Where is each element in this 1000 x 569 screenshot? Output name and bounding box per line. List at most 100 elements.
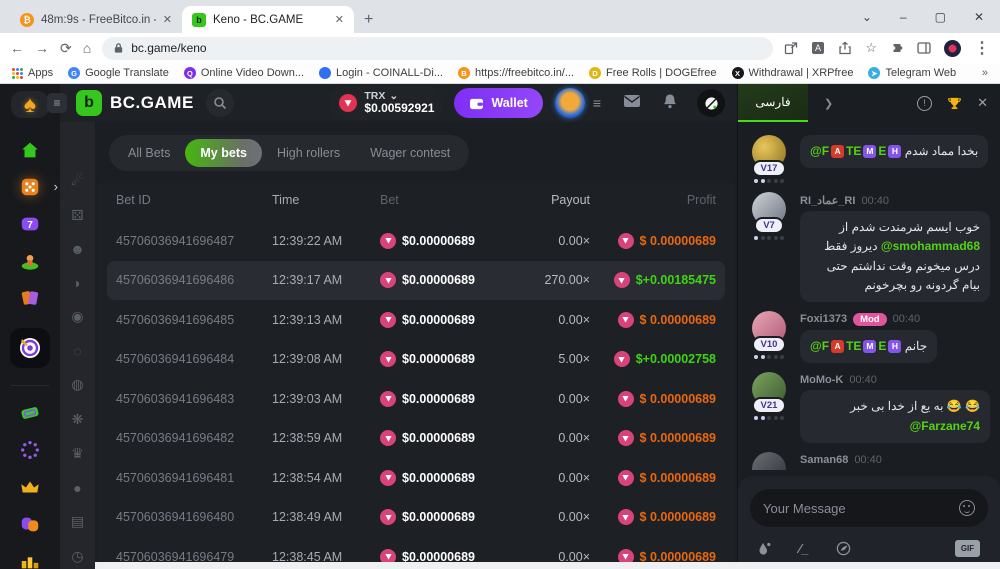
mention-text[interactable]: TE (846, 337, 861, 356)
chat-language-tab[interactable]: فارسی (738, 84, 808, 122)
bcgame-logo[interactable]: b BC.GAME (76, 90, 194, 116)
tab-close-icon[interactable]: ✕ (335, 13, 344, 26)
letter-block[interactable]: H (888, 145, 901, 158)
letter-block[interactable]: H (888, 340, 901, 353)
chat-message[interactable]: V7RI_عماد_RI00:40 خوب ایسم شرمندت شدم از… (746, 192, 990, 302)
message-input[interactable]: Your Message (750, 489, 988, 527)
chat-message[interactable]: V5Saman6800:40 من تصمیم برم براچی خودت ب… (746, 452, 990, 470)
shark-icon[interactable] (836, 541, 851, 556)
reload-icon[interactable]: ⟳ (60, 40, 72, 57)
table-row[interactable]: 4570603694169648412:39:08 AM$0.000006895… (116, 340, 716, 380)
apps-shortcut[interactable]: Apps (12, 67, 53, 79)
mention-group[interactable]: @Farzane74 (910, 417, 980, 436)
share-icon[interactable] (838, 41, 852, 55)
forward-icon[interactable]: → (35, 40, 49, 56)
splash-icon[interactable]: ◉ (71, 308, 83, 325)
chat-message[interactable]: V17 بخدا مماد شدم @FATEMEH (746, 135, 990, 183)
back-icon[interactable]: ← (10, 40, 24, 56)
browser-tab-keno[interactable]: b Keno - BC.GAME ✕ (182, 6, 354, 33)
mention-group[interactable]: @smohammad68 (881, 237, 980, 256)
mention-text[interactable]: E (878, 142, 886, 161)
comet-icon[interactable]: ☄ (71, 172, 84, 189)
letter-block[interactable]: A (831, 340, 844, 353)
sidebar-item-casino[interactable] (18, 249, 42, 273)
egg-icon[interactable]: ◍ (71, 376, 83, 393)
table-row[interactable]: 4570603694169648312:39:03 AM$0.000006890… (116, 379, 716, 419)
tab-all-bets[interactable]: All Bets (113, 139, 185, 167)
new-tab-button[interactable]: + (364, 11, 373, 29)
sidebar-item-slots[interactable]: 7 (18, 212, 42, 236)
mention-group[interactable]: @FATEMEH (810, 142, 901, 161)
hamburger-icon[interactable]: ≡ (593, 95, 601, 111)
chevron-right-icon[interactable]: ❯ (824, 97, 833, 110)
bookmark-item[interactable]: XWithdrawal | XRPfree (732, 67, 854, 79)
mention-text[interactable]: TE (846, 142, 861, 161)
kebab-menu-icon[interactable]: ⋮ (974, 38, 990, 58)
sidepanel-icon[interactable] (917, 41, 931, 55)
close-icon[interactable]: ✕ (974, 10, 984, 24)
ring-icon[interactable]: ◌ (73, 343, 81, 359)
slash-icon[interactable]: ∕_ (799, 541, 808, 556)
chat-message[interactable]: V21MoMo-K00:40 😂 😂 به یع از خدا بی خبر @… (746, 372, 990, 443)
table-row[interactable]: 4570603694169648112:38:54 AM$0.000006890… (116, 458, 716, 498)
close-icon[interactable]: ✕ (977, 95, 988, 111)
spade-logo-icon[interactable]: ♠ (11, 91, 49, 118)
tab-wager-contest[interactable]: Wager contest (355, 139, 465, 167)
sidebar-item-vip[interactable] (18, 475, 42, 499)
extensions-icon[interactable] (890, 41, 904, 55)
currency-selector[interactable]: TRX⌄ $0.00592921 (329, 86, 444, 120)
tab-my-bets[interactable]: My bets (185, 139, 262, 167)
crown-game-icon[interactable]: ♛ (71, 445, 84, 462)
browser-tab-freebitco[interactable]: ₿ 48m:9s - FreeBitco.in - Win free b... … (10, 6, 182, 33)
bookmarks-overflow-icon[interactable]: » (982, 67, 988, 79)
mention-text[interactable]: @smohammad68 (881, 237, 980, 256)
table-row[interactable]: 4570603694169648512:39:13 AM$0.000006890… (116, 300, 716, 340)
chevron-down-icon[interactable]: ⌄ (862, 10, 872, 24)
sidebar-item-home[interactable] (18, 138, 42, 162)
bookmark-item[interactable]: QOnline Video Down... (184, 67, 304, 79)
letter-block[interactable]: M (863, 340, 876, 353)
username[interactable]: Saman68 (800, 454, 848, 466)
sidebar-item-dice[interactable]: › (18, 175, 42, 199)
minimize-icon[interactable]: – (900, 10, 907, 24)
mention-text[interactable]: @F (810, 142, 829, 161)
letter-block[interactable]: A (831, 145, 844, 158)
bookmark-item[interactable]: Bhttps://freebitco.in/... (458, 67, 574, 79)
mail-button[interactable] (623, 94, 641, 113)
announcement-button[interactable] (697, 89, 725, 117)
collapse-sidebar-icon[interactable]: ≡ (47, 93, 67, 113)
notifications-button[interactable] (663, 93, 677, 114)
cards-game-icon[interactable]: ▤ (71, 513, 84, 530)
letter-block[interactable]: M (863, 145, 876, 158)
username[interactable]: Foxi1373 (800, 313, 847, 325)
sidebar-item-party[interactable] (18, 512, 42, 536)
tab-close-icon[interactable]: ✕ (163, 13, 172, 26)
profile-avatar[interactable] (944, 40, 961, 57)
mention-group[interactable]: @FATEMEH (810, 337, 901, 356)
wallet-button[interactable]: Wallet (454, 88, 542, 118)
bookmark-item[interactable]: Login - COINALL-Di... (319, 67, 443, 79)
maximize-icon[interactable]: ▢ (935, 10, 946, 24)
mention-text[interactable]: E (878, 337, 886, 356)
star-bookmark-icon[interactable]: ☆ (865, 40, 877, 56)
table-row[interactable]: 4570603694169648212:38:59 AM$0.000006890… (116, 419, 716, 459)
trophy-icon[interactable] (947, 96, 962, 111)
gif-keyboard-icon[interactable]: GIF (955, 540, 980, 557)
fruit-icon[interactable]: ◗ (73, 275, 81, 291)
chat-message[interactable]: V10Foxi1373Mod00:40 جانم @FATEMEH (746, 311, 990, 363)
table-row[interactable]: 4570603694169648612:39:17 AM$0.000006892… (107, 261, 725, 301)
username[interactable]: MoMo-K (800, 374, 843, 386)
sidebar-item-cards[interactable] (18, 286, 42, 310)
avatar[interactable] (752, 452, 786, 470)
bookmark-item[interactable]: GGoogle Translate (68, 67, 169, 79)
translate-icon[interactable]: A (811, 41, 825, 55)
sidebar-item-leaderboard[interactable] (18, 549, 42, 569)
mention-text[interactable]: @F (810, 337, 829, 356)
yarn-icon[interactable]: ❋ (72, 411, 84, 428)
timer-icon[interactable]: ◷ (71, 548, 83, 565)
username[interactable]: RI_عماد_RI (800, 194, 855, 207)
dice-game-icon[interactable]: ⚄ (71, 207, 83, 224)
home-icon[interactable]: ⌂ (83, 40, 91, 56)
info-icon[interactable]: ! (917, 96, 932, 111)
screenshot-icon[interactable] (784, 41, 798, 55)
